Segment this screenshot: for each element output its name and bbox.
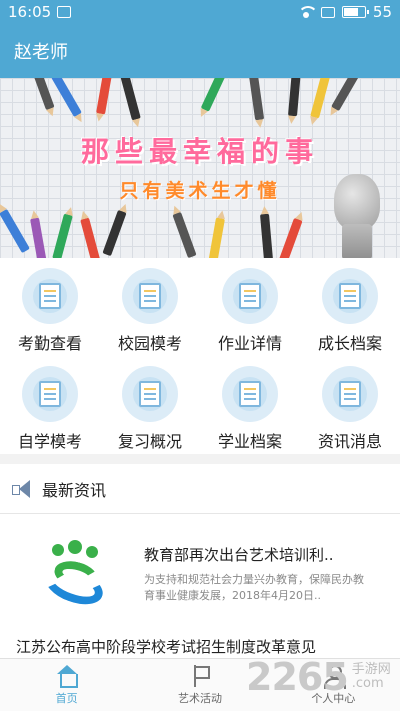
function-grid: 考勤查看 校园模考 作业详情 成长档案 自学模考 复习概况 学业档案 资讯消息	[0, 258, 400, 454]
nav-art-activities[interactable]: 艺术活动	[133, 659, 266, 711]
status-time: 16:05	[8, 3, 52, 21]
nav-label: 个人中心	[311, 692, 356, 705]
home-icon	[55, 665, 79, 688]
battery-level: 55	[372, 3, 392, 21]
grid-item-label: 作业详情	[217, 334, 282, 353]
news-message-icon	[322, 366, 378, 422]
app-header: 赵老师	[0, 24, 400, 78]
page-title: 赵老师	[14, 42, 68, 63]
grid-item-attendance[interactable]: 考勤查看	[0, 258, 100, 356]
news-title: 教育部再次出台艺术培训利..	[144, 546, 334, 564]
banner[interactable]: 那些最幸福的事 只有美术生才懂	[0, 78, 400, 258]
flag-icon	[188, 665, 212, 687]
news-summary: 为支持和规范社会力量兴办教育，保障民办教育事业健康发展，2018年4月20日..	[144, 573, 364, 602]
pencil-decoration	[30, 78, 55, 111]
campus-exam-icon	[122, 268, 178, 324]
grid-item-label: 学业档案	[217, 432, 282, 451]
pencil-decoration	[120, 78, 141, 121]
pencil-decoration	[248, 78, 265, 121]
grid-item-label: 资讯消息	[317, 432, 382, 451]
pencil-decoration	[30, 217, 47, 258]
review-icon	[122, 366, 178, 422]
pencil-decoration	[96, 78, 113, 115]
grid-item-label: 成长档案	[317, 334, 382, 353]
grid-item-campus-exam[interactable]: 校园模考	[100, 258, 200, 356]
pencil-decoration	[0, 208, 30, 254]
pencil-decoration	[80, 217, 101, 258]
pencil-decoration	[200, 78, 229, 112]
news-header: 最新资讯	[0, 464, 400, 514]
news-header-title: 最新资讯	[42, 480, 107, 500]
nav-personal-center[interactable]: 个人中心	[267, 659, 400, 711]
image-notification-icon	[57, 6, 72, 18]
pencil-decoration	[51, 78, 82, 118]
grid-item-review[interactable]: 复习概况	[100, 356, 200, 454]
grid-item-label: 考勤查看	[17, 334, 82, 353]
pencil-decoration	[172, 211, 197, 258]
banner-title: 那些最幸福的事	[80, 135, 319, 168]
bottom-nav: 首页 艺术活动 个人中心	[0, 658, 400, 711]
pencil-decoration	[288, 78, 301, 117]
pencil-decoration	[102, 209, 127, 257]
pencil-decoration	[52, 213, 73, 258]
news-item[interactable]: 教育部再次出台艺术培训利.. 为支持和规范社会力量兴办教育，保障民办教育事业健康…	[0, 516, 400, 624]
grid-item-news-message[interactable]: 资讯消息	[300, 356, 400, 454]
grid-item-growth-archive[interactable]: 成长档案	[300, 258, 400, 356]
news-item-title[interactable]: 江苏公布高中阶段学校考试招生制度改革意见	[16, 636, 316, 657]
grid-item-self-study[interactable]: 自学模考	[0, 356, 100, 454]
grid-item-label: 自学模考	[17, 432, 82, 451]
banner-subtitle: 只有美术生才懂	[119, 180, 281, 202]
status-right: 55	[297, 3, 392, 21]
self-study-icon	[22, 366, 78, 422]
grid-item-label: 复习概况	[117, 432, 182, 451]
growth-archive-icon	[322, 268, 378, 324]
pencil-decoration	[208, 217, 225, 258]
status-bar: 16:05 55	[0, 0, 400, 24]
nav-label: 首页	[55, 692, 78, 705]
grid-item-homework[interactable]: 作业详情	[200, 258, 300, 356]
nav-label: 艺术活动	[177, 692, 222, 705]
wifi-icon	[297, 6, 318, 18]
homework-book-icon	[222, 268, 278, 324]
education-logo-image	[38, 540, 108, 612]
pencil-decoration	[331, 78, 362, 112]
pencil-decoration	[278, 217, 303, 258]
grid-item-label: 校园模考	[117, 334, 182, 353]
attendance-calendar-icon	[22, 268, 78, 324]
grid-item-academic-archive[interactable]: 学业档案	[200, 356, 300, 454]
news-section: 最新资讯 教育部再次出台艺术培训利.. 为支持和规范社会力量兴办教育，保障民办教…	[0, 464, 400, 658]
megaphone-icon	[12, 479, 34, 498]
sim-card-icon	[320, 6, 335, 18]
academic-folder-icon	[222, 366, 278, 422]
person-icon	[321, 665, 347, 689]
pencil-decoration	[260, 213, 273, 258]
battery-icon	[341, 6, 369, 18]
nav-home[interactable]: 首页	[0, 659, 133, 711]
